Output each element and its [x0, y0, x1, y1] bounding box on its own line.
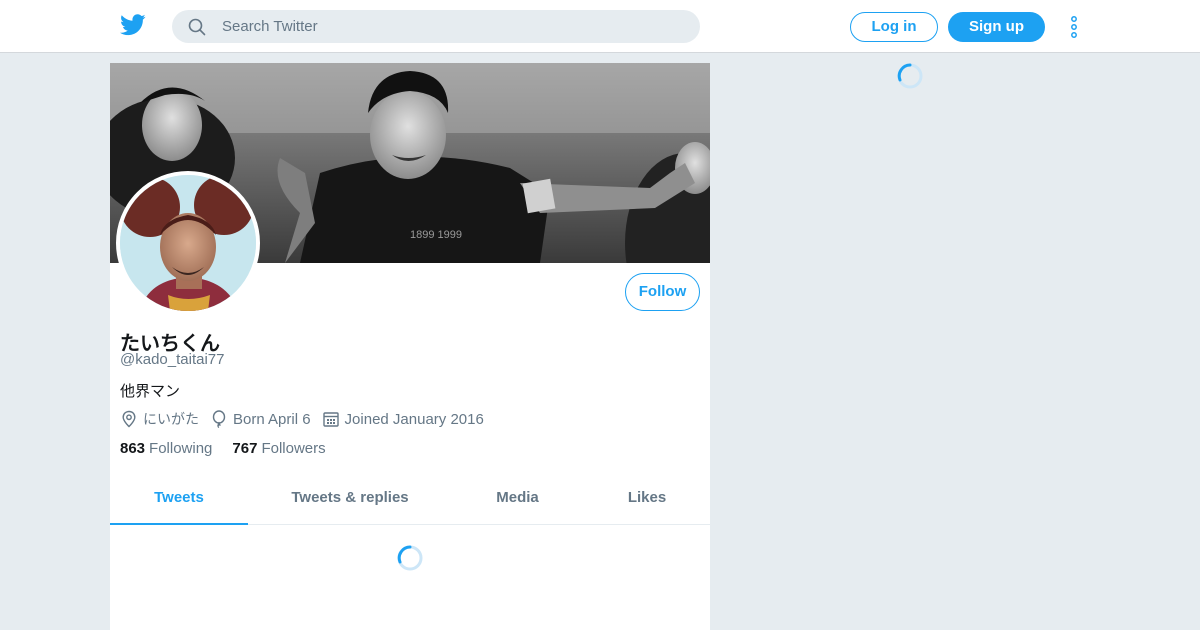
twitter-logo-icon[interactable] [120, 14, 146, 36]
tab-tweets-and-replies[interactable]: Tweets & replies [270, 471, 430, 525]
loading-spinner-icon [897, 63, 923, 89]
following-stat[interactable]: 863 Following [120, 440, 212, 457]
following-label: Following [149, 440, 213, 457]
avatar[interactable] [116, 171, 260, 315]
search-box[interactable] [172, 10, 700, 43]
tab-media[interactable]: Media [480, 471, 555, 525]
signup-button[interactable]: Sign up [948, 12, 1045, 42]
loading-spinner-icon [397, 545, 423, 571]
login-button[interactable]: Log in [850, 12, 938, 42]
balloon-icon [212, 410, 226, 428]
top-navigation-bar: Log in Sign up [0, 0, 1200, 53]
profile-birthday: Born April 6 [210, 410, 311, 428]
follow-button[interactable]: Follow [625, 273, 700, 311]
profile-meta: にいがた Born April 6 Joined January 2016 [120, 408, 495, 430]
search-input[interactable] [222, 10, 682, 43]
profile-joined: Joined January 2016 [322, 410, 484, 428]
following-count: 863 [120, 440, 146, 457]
birthday-text: Born April 6 [233, 410, 311, 428]
location-pin-icon [122, 410, 136, 428]
profile-card: 1899 1999 Follow たいちくん @kado_taitai77 他界… [110, 63, 710, 630]
profile-tabs: Tweets Tweets & replies Media Likes [110, 471, 710, 525]
more-vertical-icon[interactable] [1068, 15, 1080, 39]
search-icon [188, 18, 206, 36]
followers-count: 767 [232, 440, 258, 457]
profile-location: にいがた [120, 409, 199, 429]
tab-tweets[interactable]: Tweets [110, 471, 248, 525]
profile-handle[interactable]: @kado_taitai77 [120, 351, 224, 368]
followers-stat[interactable]: 767 Followers [232, 440, 325, 457]
tab-likes[interactable]: Likes [615, 471, 679, 525]
profile-bio: 他界マン [120, 382, 181, 400]
joined-text: Joined January 2016 [344, 410, 484, 428]
calendar-icon [322, 412, 339, 427]
profile-stats: 863 Following 767 Followers [120, 440, 346, 457]
location-text: にいがた [143, 412, 199, 428]
followers-label: Followers [261, 440, 326, 457]
banner-jersey-text: 1899 1999 [410, 229, 462, 241]
